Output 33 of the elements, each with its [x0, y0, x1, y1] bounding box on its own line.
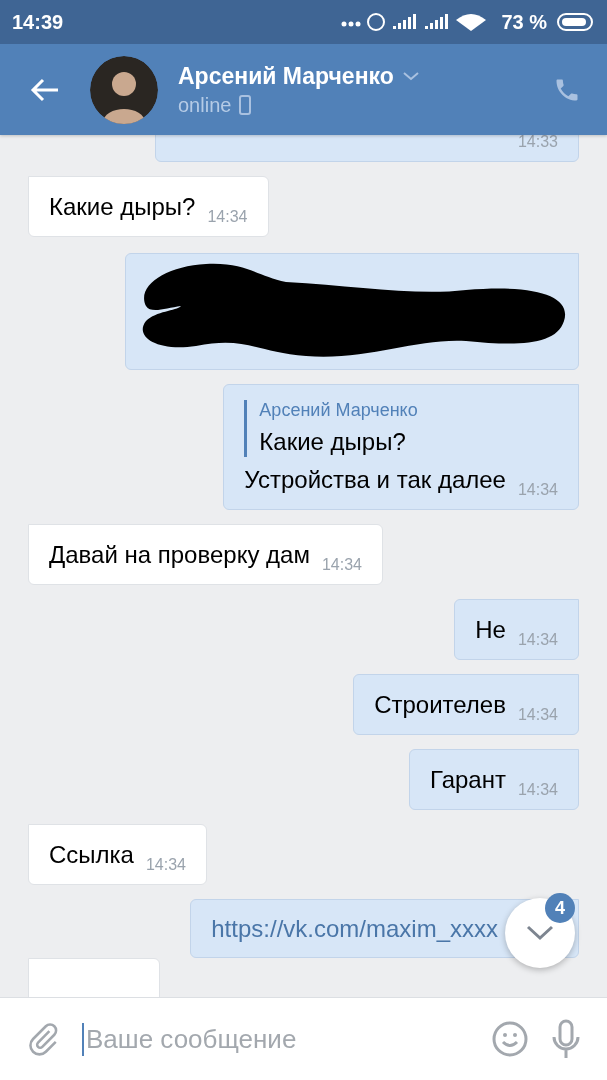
message-text: Гарант — [430, 765, 506, 795]
avatar[interactable] — [90, 55, 158, 124]
message-time: 14:33 — [517, 133, 558, 151]
message-time: 14:34 — [207, 208, 248, 226]
message-time: 14:34 — [517, 706, 558, 724]
message-text: Давай на проверку дам — [49, 540, 310, 570]
message-text: Не — [475, 615, 506, 645]
status-time: 14:39 — [12, 10, 64, 34]
message-time: 14:34 — [517, 781, 558, 799]
unread-count-badge: 4 — [545, 893, 575, 923]
quote-author: Арсений Марченко — [259, 400, 419, 421]
message-time: 14:34 — [145, 856, 186, 874]
battery-icon — [557, 12, 595, 32]
attach-button[interactable] — [26, 1021, 60, 1057]
chevron-down-icon — [526, 925, 554, 941]
message-text: Ссылка — [49, 840, 134, 870]
message-text: Строителев — [374, 690, 506, 720]
message-time: 14:34 — [517, 481, 558, 499]
quote-text: Какие дыры? — [259, 427, 407, 457]
message-time: 14:34 — [517, 631, 558, 649]
emoji-button[interactable] — [491, 1020, 529, 1058]
quoted-message[interactable]: Арсений Марченко Какие дыры? — [244, 400, 506, 457]
chevron-down-icon[interactable] — [401, 70, 420, 82]
message-text: Устройства и так далее — [244, 465, 506, 495]
message-text: Какие дыры? — [49, 192, 196, 222]
message-time: 14:34 — [321, 556, 362, 574]
message-link[interactable]: https://vk.com/maxim_xxxx — [211, 915, 498, 943]
online-status: online — [178, 93, 232, 117]
battery-percent: 73 % — [501, 10, 547, 34]
phone-device-icon — [239, 95, 252, 115]
microphone-button[interactable] — [551, 1019, 581, 1059]
back-button[interactable] — [30, 76, 60, 103]
contact-name: Арсений Марченко — [178, 62, 394, 90]
